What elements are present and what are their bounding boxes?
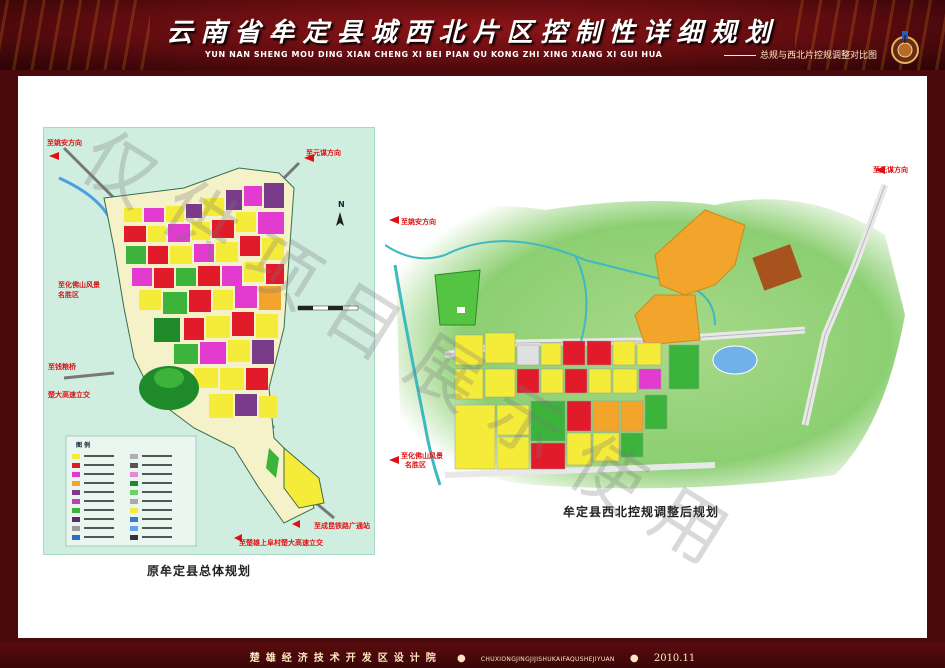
footer-org-pinyin: CHUXIONGJINGJIJISHUKAIFAQUSHEJIYUAN: [480, 656, 615, 663]
label-to-shangfang: 至楚雄上阜村楚大高速立交: [239, 539, 323, 547]
north-label: N: [338, 200, 345, 209]
footer-org: 楚雄经济技术开发区设计院: [249, 653, 442, 664]
footer-bar: 楚雄经济技术开发区设计院 ● CHUXIONGJINGJIJISHUKAIFAQ…: [0, 643, 945, 668]
original-master-plan-map: 至姚安方向 至元谋方向 至化佛山风景 名胜区 至钱粮桥 楚大高速立交 至成昆铁路…: [43, 127, 375, 555]
label-to-huafo: 至化佛山风景: [58, 281, 100, 289]
footer-bullet-2: ●: [629, 653, 639, 664]
right-map-caption: 牟定县西北控规调整后规划: [563, 505, 720, 519]
dot-ornament-right: [760, 60, 945, 66]
footer-date: 2010.11: [653, 653, 696, 664]
left-map-caption: 原牟定县总体规划: [147, 564, 252, 578]
dot-ornament-left: [0, 60, 185, 66]
label-to-yaoan: 至姚安方向: [47, 139, 82, 147]
label-to-yuanmou: 至元谋方向: [306, 149, 341, 157]
original-plan-svg: [49, 146, 359, 547]
legend-title: 图 例: [76, 442, 91, 449]
footer-bullet-1: ●: [456, 653, 466, 664]
adjusted-plan-svg: [384, 166, 905, 489]
page-title: 云南省牟定县城西北片区控制性详细规划: [166, 18, 779, 48]
adjusted-regulatory-plan-map: 至元谋方向 至姚安方向 至化佛山风景 名胜区: [384, 165, 920, 495]
header-banner: 云南省牟定县城西北片区控制性详细规划 YUN NAN SHENG MOU DIN…: [0, 0, 945, 70]
page-subtitle-pinyin: YUN NAN SHENG MOU DING XIAN CHENG XI BEI…: [205, 50, 663, 59]
label-right-to-yuanmou: 至元谋方向: [873, 166, 908, 174]
label-right-to-yaoan: 至姚安方向: [401, 218, 436, 226]
label-to-chuda: 楚大高速立交: [48, 391, 90, 399]
label-right-to-huafo-2: 名胜区: [405, 461, 426, 469]
label-to-chengkun: 至成昆铁路广通站: [314, 522, 370, 530]
label-to-huafo-2: 名胜区: [58, 291, 79, 299]
label-to-qianqiao: 至钱粮桥: [48, 363, 76, 371]
